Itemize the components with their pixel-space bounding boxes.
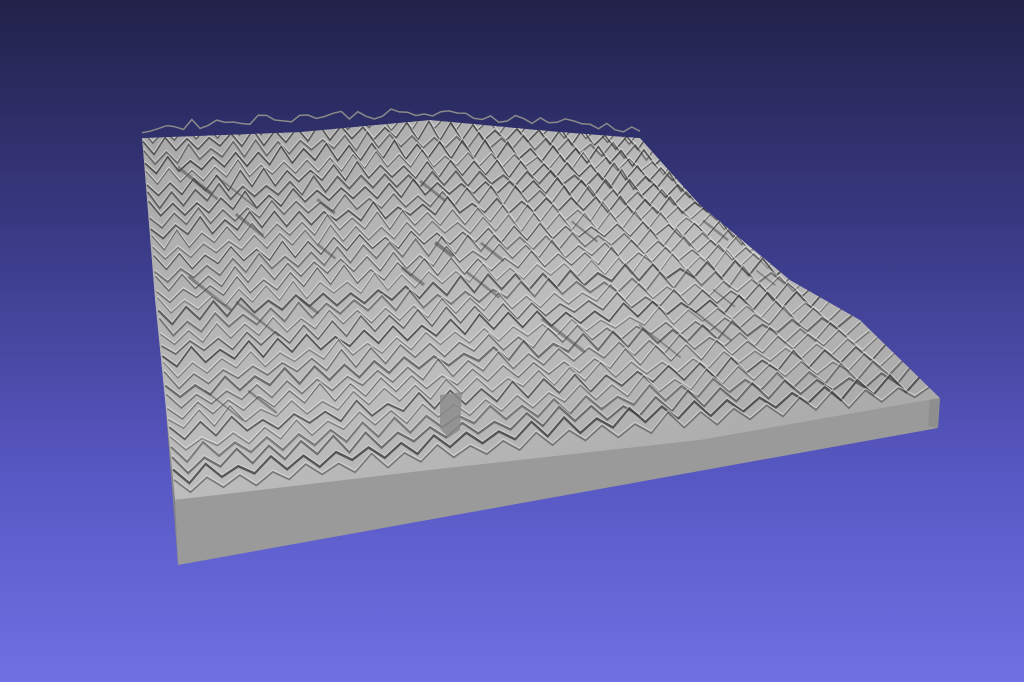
base-right-face (928, 396, 940, 428)
terrain-render[interactable] (0, 0, 1024, 682)
3d-viewport[interactable] (0, 0, 1024, 682)
